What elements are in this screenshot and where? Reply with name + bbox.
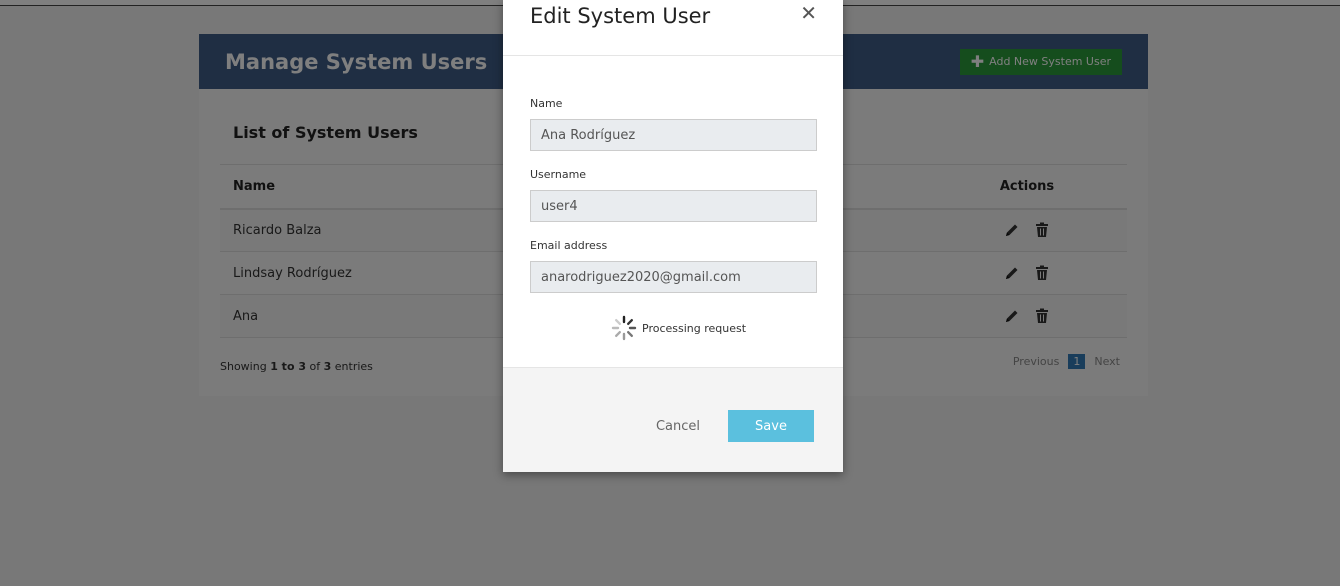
processing-indicator: Processing request (610, 314, 746, 342)
email-field[interactable] (530, 261, 817, 293)
username-field[interactable] (530, 190, 817, 222)
modal-footer: Cancel Save (503, 367, 843, 472)
cancel-button[interactable]: Cancel (643, 410, 713, 442)
close-icon[interactable]: ✕ (800, 1, 817, 25)
name-label: Name (530, 97, 563, 110)
spinner-icon (611, 315, 637, 341)
modal-title: Edit System User (530, 4, 711, 28)
edit-user-modal: Edit System User ✕ Name Username Email a… (503, 0, 843, 472)
email-label: Email address (530, 239, 608, 252)
name-field[interactable] (530, 119, 817, 151)
save-button[interactable]: Save (728, 410, 814, 442)
username-label: Username (530, 168, 587, 181)
processing-text: Processing request (642, 321, 747, 335)
modal-header: Edit System User ✕ (503, 0, 843, 56)
